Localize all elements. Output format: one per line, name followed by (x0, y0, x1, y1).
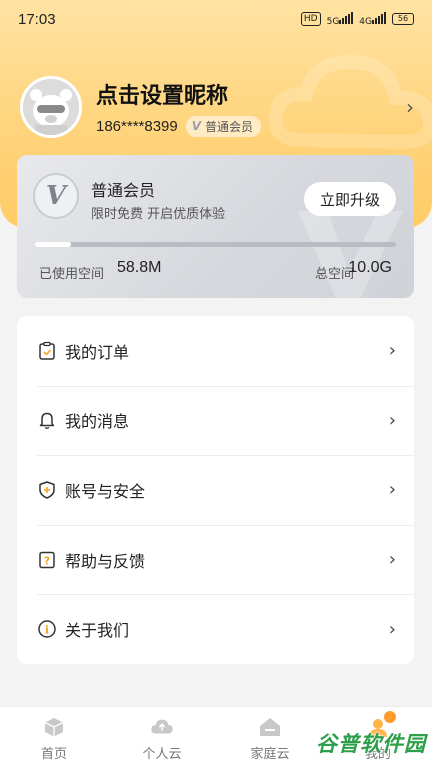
nickname[interactable]: 点击设置昵称 (96, 78, 400, 110)
membership-card: V 普通会员 限时免费 开启优质体验 立即升级 已使用空间 58.8M 总空间 … (17, 155, 414, 298)
help-icon: ? (37, 550, 57, 570)
tab-label: 个人云 (142, 747, 182, 762)
upgrade-button[interactable]: 立即升级 (304, 182, 396, 216)
chevron-right-icon: › (388, 340, 396, 362)
chevron-right-icon: › (388, 479, 396, 501)
tab-label: 家庭云 (250, 747, 290, 762)
svg-text:i: i (45, 624, 49, 637)
menu-item-label: 我的订单 (65, 342, 130, 362)
chevron-right-icon: › (388, 549, 396, 571)
shield-icon (37, 480, 57, 500)
hd-icon: HD (300, 12, 321, 26)
status-bar: 17:03 HD 5G 4G 56 (0, 0, 432, 38)
member-level-badge: V 普通会员 (185, 115, 262, 137)
menu-item-label: 我的消息 (65, 412, 130, 432)
status-icons: HD 5G 4G 56 (300, 11, 414, 27)
membership-title: 普通会员 (91, 181, 156, 200)
profile-info: 点击设置昵称 186****8399 V 普通会员 (96, 78, 400, 137)
menu-item-messages[interactable]: 我的消息 › (17, 385, 414, 456)
chevron-right-icon: › (388, 618, 396, 640)
tab-personal-cloud[interactable]: 个人云 (108, 707, 216, 768)
site-watermark: 谷普软件园 (316, 732, 426, 756)
menu-item-label: 关于我们 (65, 621, 130, 641)
signal-5g-icon: 5G (327, 11, 354, 27)
storage-progress-bar (35, 242, 396, 247)
phone-row: 186****8399 V 普通会员 (96, 115, 400, 137)
vip-logo-icon: V (33, 173, 79, 219)
used-space-label: 已使用空间 (39, 267, 105, 282)
family-cloud-icon (258, 715, 282, 739)
tab-label: 首页 (40, 747, 67, 762)
tab-active-indicator (384, 711, 396, 723)
used-space-value: 58.8M (117, 259, 162, 276)
profile-header[interactable]: 点击设置昵称 186****8399 V 普通会员 › (20, 72, 420, 142)
member-level-label: 普通会员 (205, 119, 254, 134)
tab-home[interactable]: 首页 (0, 707, 108, 768)
battery-icon: 56 (392, 13, 414, 25)
order-icon (37, 341, 57, 361)
bear-avatar-icon (23, 79, 79, 135)
svg-text:?: ? (44, 554, 50, 567)
menu-item-orders[interactable]: 我的订单 › (17, 316, 414, 386)
total-space-value: 10.0G (348, 259, 392, 276)
bell-icon (37, 410, 57, 430)
status-time: 17:03 (18, 10, 56, 28)
menu-item-label: 账号与安全 (65, 481, 146, 501)
menu-item-about-us[interactable]: i 关于我们 › (17, 594, 414, 664)
chevron-right-icon[interactable]: › (400, 95, 420, 119)
membership-subtitle: 限时免费 开启优质体验 (91, 207, 226, 222)
menu-item-account-security[interactable]: 账号与安全 › (17, 455, 414, 525)
signal-4g-icon: 4G (359, 11, 386, 27)
phone-number: 186****8399 (96, 117, 178, 135)
avatar[interactable] (20, 76, 82, 138)
menu-list: 我的订单 › 我的消息 › 账号与安全 › ? 帮助与反馈 › i 关于我们 › (17, 316, 414, 664)
menu-item-help-feedback[interactable]: ? 帮助与反馈 › (17, 524, 414, 595)
menu-item-label: 帮助与反馈 (65, 551, 146, 571)
cloud-upload-icon (150, 715, 174, 739)
home-box-icon (42, 715, 66, 739)
storage-progress-fill (35, 242, 72, 247)
tab-family-cloud[interactable]: 家庭云 (216, 707, 324, 768)
vip-icon: V (191, 119, 202, 133)
chevron-right-icon: › (388, 409, 396, 431)
info-icon: i (37, 619, 57, 639)
